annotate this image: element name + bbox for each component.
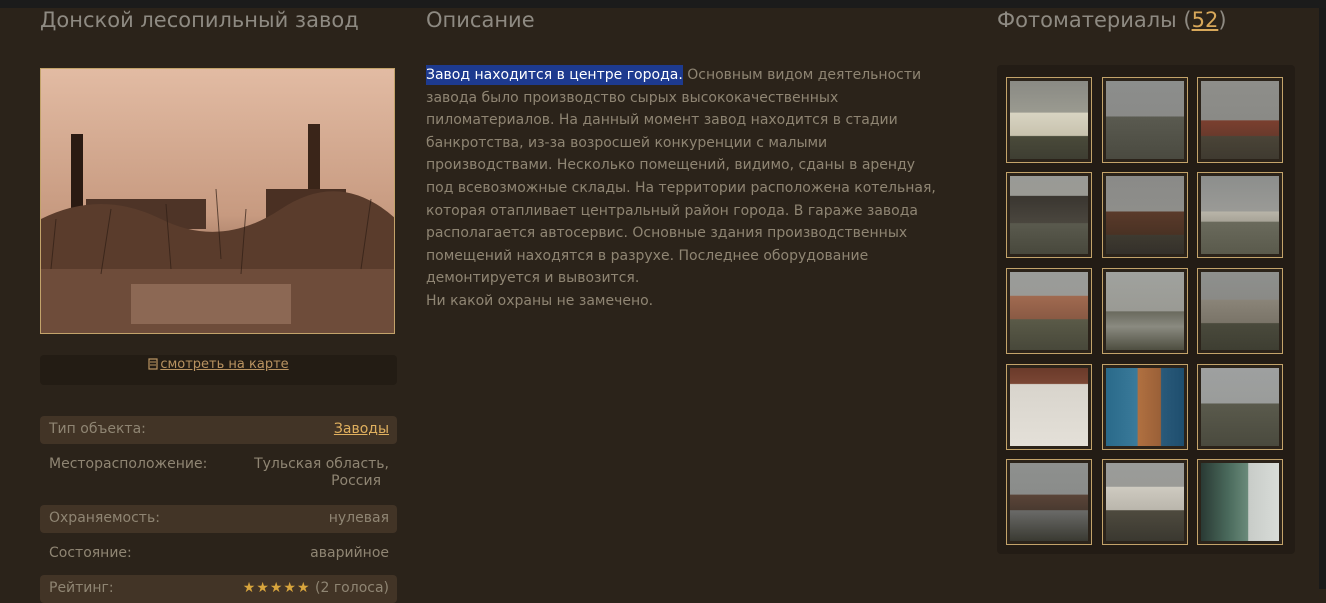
photo-thumb-8[interactable] bbox=[1102, 268, 1188, 354]
main-photo[interactable] bbox=[40, 68, 395, 334]
photo-thumb-14[interactable] bbox=[1102, 459, 1188, 545]
description-body: Основным видом деятельности завода было … bbox=[426, 67, 936, 287]
location-line-1: Тульская область, bbox=[254, 456, 389, 472]
trees-building-photo bbox=[1010, 272, 1088, 350]
security-value: нулевая bbox=[328, 510, 389, 526]
main-photo-image bbox=[41, 69, 394, 333]
location-label: Месторасположение: bbox=[49, 456, 208, 472]
water-field-photo bbox=[1010, 463, 1088, 541]
photo-thumb-5[interactable] bbox=[1102, 172, 1188, 258]
description-extra: Ни какой охраны не замечено. bbox=[426, 292, 654, 309]
rating-stars[interactable]: ★★★★★ bbox=[243, 580, 311, 596]
photos-count-link[interactable]: 52 bbox=[1192, 8, 1219, 32]
info-row-security: Охраняемость: нулевая bbox=[40, 505, 397, 533]
rating-label: Рейтинг: bbox=[49, 580, 114, 596]
brick-ruin-photo bbox=[1106, 176, 1184, 254]
photos-title-end: ) bbox=[1218, 8, 1227, 32]
field-photo bbox=[1106, 81, 1184, 159]
photo-thumb-3[interactable] bbox=[1197, 77, 1283, 163]
photo-thumb-6[interactable] bbox=[1197, 172, 1283, 258]
description-selected-text: Завод находится в центре города. bbox=[426, 65, 683, 85]
alley-photo bbox=[1106, 272, 1184, 350]
photo-thumb-1[interactable] bbox=[1006, 77, 1092, 163]
rating-value: ★★★★★ (2 голоса) bbox=[243, 575, 389, 603]
photo-thumb-11[interactable] bbox=[1102, 364, 1188, 450]
building-photo bbox=[1010, 81, 1088, 159]
security-label: Охраняемость: bbox=[49, 510, 160, 526]
photo-thumb-10[interactable] bbox=[1006, 364, 1092, 450]
info-row-type: Тип объекта: Заводы bbox=[40, 416, 397, 444]
state-label: Состояние: bbox=[49, 545, 132, 561]
location-line-2: Россия bbox=[331, 473, 381, 489]
door-interior-photo bbox=[1010, 368, 1088, 446]
type-link[interactable]: Заводы bbox=[334, 421, 389, 437]
type-label: Тип объекта: bbox=[49, 421, 146, 437]
photo-thumb-2[interactable] bbox=[1102, 77, 1188, 163]
barn-photo bbox=[1010, 176, 1088, 254]
info-row-rating: Рейтинг: ★★★★★ (2 голоса) bbox=[40, 575, 397, 603]
photo-thumb-9[interactable] bbox=[1197, 268, 1283, 354]
description-title: Описание bbox=[426, 8, 535, 32]
map-link[interactable]: смотреть на карте bbox=[160, 357, 288, 372]
shed-photo bbox=[1106, 463, 1184, 541]
long-barn-photo bbox=[1201, 176, 1279, 254]
description-text: Завод находится в центре города. Основны… bbox=[426, 64, 946, 313]
scrollbar-track[interactable] bbox=[1319, 8, 1326, 589]
open-field-photo bbox=[1201, 368, 1279, 446]
chimney-ruins-photo bbox=[1201, 81, 1279, 159]
map-bar: смотреть на карте bbox=[40, 355, 397, 385]
photo-gallery bbox=[997, 65, 1295, 554]
photo-thumb-4[interactable] bbox=[1006, 172, 1092, 258]
rating-votes: (2 голоса) bbox=[315, 580, 389, 596]
photos-title-label: Фотоматериалы ( bbox=[997, 8, 1192, 32]
photo-thumb-7[interactable] bbox=[1006, 268, 1092, 354]
photo-thumb-13[interactable] bbox=[1006, 459, 1092, 545]
photos-title: Фотоматериалы (52) bbox=[997, 8, 1227, 32]
grey-warehouse-photo bbox=[1201, 272, 1279, 350]
green-interior-photo bbox=[1201, 463, 1279, 541]
object-title: Донской лесопильный завод bbox=[40, 8, 359, 32]
photo-thumb-12[interactable] bbox=[1197, 364, 1283, 450]
location-value: Тульская область, Россия bbox=[254, 451, 389, 497]
info-row-state: Состояние: аварийное bbox=[40, 540, 397, 568]
state-value: аварийное bbox=[310, 545, 389, 561]
info-row-location: Месторасположение: Тульская область, Рос… bbox=[40, 451, 397, 497]
map-icon[interactable] bbox=[148, 357, 158, 370]
photo-thumb-15[interactable] bbox=[1197, 459, 1283, 545]
top-bar bbox=[0, 0, 1326, 8]
blue-room-photo bbox=[1106, 368, 1184, 446]
